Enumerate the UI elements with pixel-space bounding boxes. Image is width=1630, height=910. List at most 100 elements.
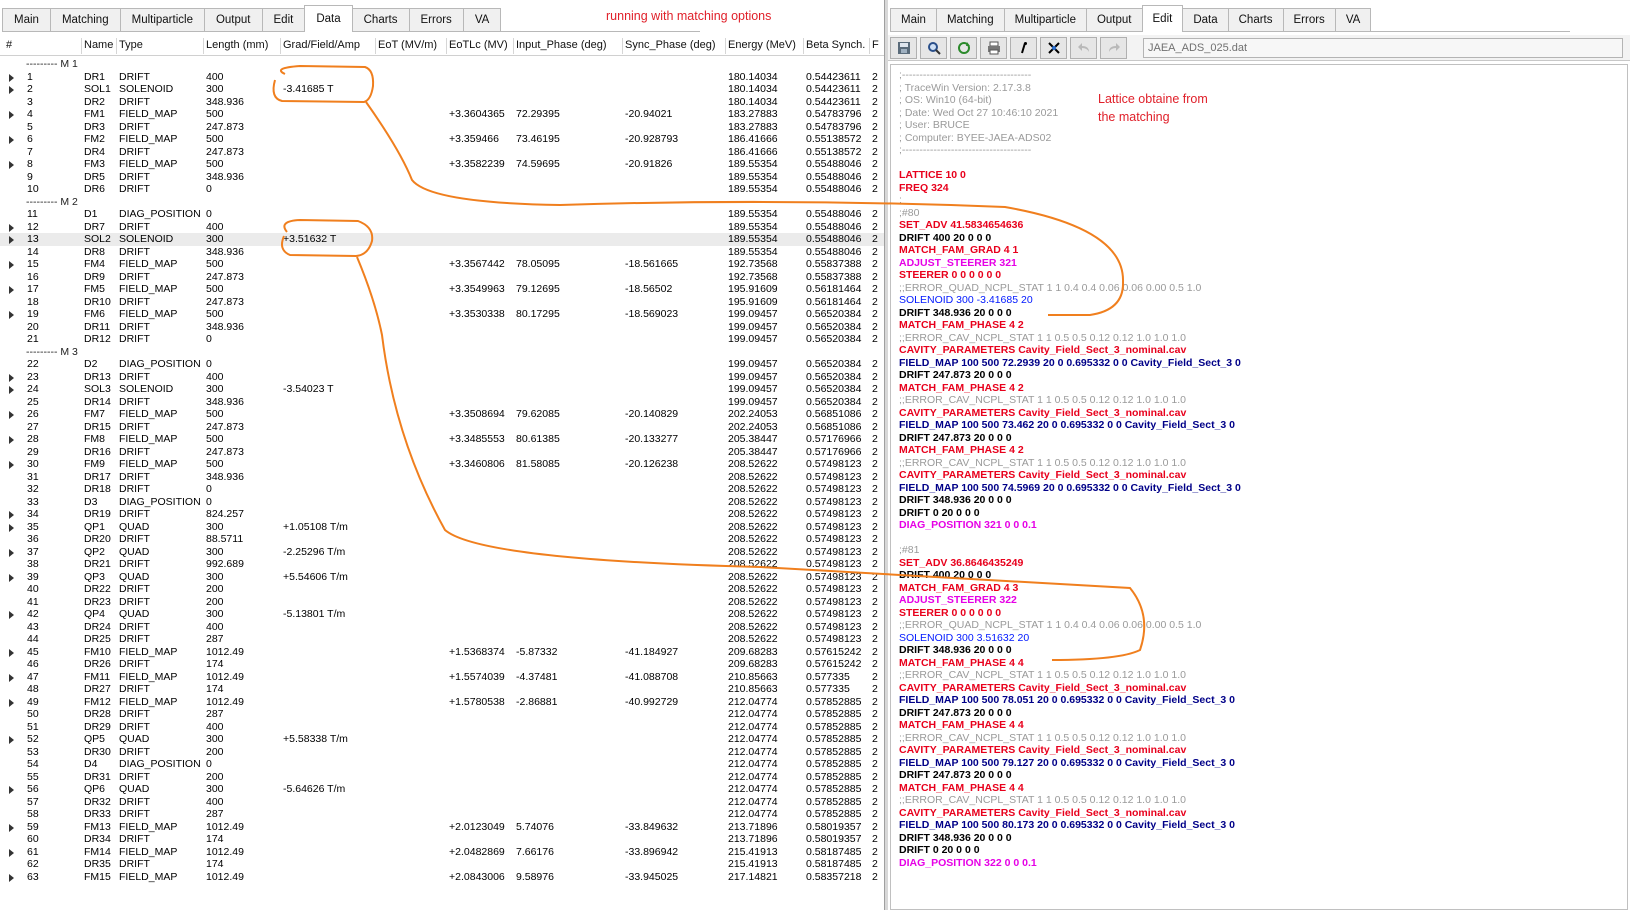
filename-field[interactable]: JAEA_ADS_025.dat [1143,38,1623,58]
expand-arrow-icon[interactable] [9,111,14,119]
column-header[interactable]: EoTLc (MV) [446,38,508,54]
column-header[interactable]: Grad/Field/Amp [280,38,360,54]
table-row[interactable]: 26 FM7 FIELD_MAP 500 +3.3508694 79.62085 -20.1… [0,408,884,421]
table-row[interactable]: 32 DR18 DRIFT 0 208.52622 0.57498123 2 [0,483,884,496]
tab-va[interactable]: VA [462,8,502,32]
lattice-table[interactable]: --------- M 1 1 DR1 DRIFT 400 180.14034 0.5442… [0,56,884,910]
table-row[interactable]: 62 DR35 DRIFT 174 215.41913 0.58187485 2 [0,858,884,871]
table-row[interactable]: 34 DR19 DRIFT 824.257 208.52622 0.57498123 2 [0,508,884,521]
table-row[interactable]: 21 DR12 DRIFT 0 199.09457 0.56520384 2 [0,333,884,346]
table-row[interactable]: 22 D2 DIAG_POSITION 0 199.09457 0.56520384 2 [0,358,884,371]
table-row[interactable]: 1 DR1 DRIFT 400 180.14034 0.54423611 2 [0,71,884,84]
table-row[interactable]: 58 DR33 DRIFT 287 212.04774 0.57852885 2 [0,808,884,821]
table-row[interactable]: 39 QP3 QUAD 300 +5.54606 T/m 208.52622 0.57498… [0,571,884,584]
column-header[interactable]: Name [81,38,113,54]
expand-arrow-icon[interactable] [9,848,14,857]
expand-arrow-icon[interactable] [9,548,14,557]
expand-arrow-icon[interactable] [9,611,14,619]
column-header[interactable]: Energy (MeV) [725,38,796,54]
table-row[interactable]: 6 FM2 FIELD_MAP 500 +3.359466 73.46195 -20.928… [0,133,884,146]
table-row[interactable]: 37 QP2 QUAD 300 -2.25296 T/m 208.52622 0.57498… [0,546,884,559]
expand-arrow-icon[interactable] [9,573,14,582]
group-header[interactable]: --------- M 3 [0,346,884,359]
tab-multiparticle[interactable]: Multiparticle [119,8,205,32]
table-row[interactable]: 63 FM15 FIELD_MAP 1012.49 +2.0843006 9.58976 -… [0,871,884,884]
table-row[interactable]: 45 FM10 FIELD_MAP 1012.49 +1.5368374 -5.87332… [0,646,884,659]
table-row[interactable]: 52 QP5 QUAD 300 +5.58338 T/m 212.04774 0.57852… [0,733,884,746]
expand-arrow-icon[interactable] [9,436,14,444]
tab-errors[interactable]: Errors [408,8,464,32]
table-row[interactable]: 55 DR31 DRIFT 200 212.04774 0.57852885 2 [0,771,884,784]
save-icon[interactable] [890,37,917,59]
group-header[interactable]: --------- M 1 [0,58,884,71]
table-row[interactable]: 8 FM3 FIELD_MAP 500 +3.3582239 74.59695 -20.91… [0,158,884,171]
table-row[interactable]: 20 DR11 DRIFT 348.936 199.09457 0.56520384 2 [0,321,884,334]
expand-arrow-icon[interactable] [9,386,14,394]
lattice-editor[interactable]: ;-------------------------------------; … [890,64,1628,910]
expand-arrow-icon[interactable] [9,786,14,794]
table-row[interactable]: 2 SOL1 SOLENOID 300 -3.41685 T 180.14034 0.544… [0,83,884,96]
expand-arrow-icon[interactable] [9,223,14,232]
table-row[interactable]: 38 DR21 DRIFT 992.689 208.52622 0.57498123 2 [0,558,884,571]
refresh-icon[interactable] [950,37,977,59]
table-row[interactable]: 24 SOL3 SOLENOID 300 -3.54023 T 199.09457 0.56… [0,383,884,396]
stop-icon[interactable] [1040,37,1067,59]
tab-edit[interactable]: Edit [1141,5,1184,32]
table-row[interactable]: 13 SOL2 SOLENOID 300 +3.51632 T 189.55354 0.55… [0,233,884,246]
tab-edit[interactable]: Edit [261,8,306,32]
redo-icon[interactable] [1100,37,1127,59]
column-header[interactable]: Beta Synch. [803,38,865,54]
expand-arrow-icon[interactable] [9,736,14,744]
tab-data[interactable]: Data [1182,8,1229,32]
table-row[interactable]: 30 FM9 FIELD_MAP 500 +3.3460806 81.58085 -20.1… [0,458,884,471]
tab-data[interactable]: Data [304,5,353,32]
table-row[interactable]: 31 DR17 DRIFT 348.936 208.52622 0.57498123 2 [0,471,884,484]
table-row[interactable]: 23 DR13 DRIFT 400 199.09457 0.56520384 2 [0,371,884,384]
expand-arrow-icon[interactable] [9,86,14,94]
column-header[interactable]: Sync_Phase (deg) [622,38,716,54]
table-row[interactable]: 29 DR16 DRIFT 247.873 205.38447 0.57176966 2 [0,446,884,459]
column-header[interactable]: F [869,38,879,54]
find-icon[interactable] [920,37,947,59]
table-row[interactable]: 50 DR28 DRIFT 287 212.04774 0.57852885 2 [0,708,884,721]
print-icon[interactable] [980,37,1007,59]
expand-arrow-icon[interactable] [9,673,14,682]
expand-arrow-icon[interactable] [9,648,14,657]
expand-arrow-icon[interactable] [9,73,14,82]
table-row[interactable]: 41 DR23 DRIFT 200 208.52622 0.57498123 2 [0,596,884,609]
table-row[interactable]: 43 DR24 DRIFT 400 208.52622 0.57498123 2 [0,621,884,634]
tab-va[interactable]: VA [1334,8,1372,32]
table-row[interactable]: 17 FM5 FIELD_MAP 500 +3.3549963 79.12695 -18.5… [0,283,884,296]
expand-arrow-icon[interactable] [9,261,14,269]
table-row[interactable]: 59 FM13 FIELD_MAP 1012.49 +2.0123049 5.74076 -… [0,821,884,834]
table-row[interactable]: 28 FM8 FIELD_MAP 500 +3.3485553 80.61385 -20.1… [0,433,884,446]
table-row[interactable]: 61 FM14 FIELD_MAP 1012.49 +2.0482869 7.66176 -… [0,846,884,859]
table-row[interactable]: 14 DR8 DRIFT 348.936 189.55354 0.55488046 2 [0,246,884,259]
expand-arrow-icon[interactable] [9,461,14,469]
table-row[interactable]: 57 DR32 DRIFT 400 212.04774 0.57852885 2 [0,796,884,809]
expand-arrow-icon[interactable] [9,286,14,294]
tab-matching[interactable]: Matching [49,8,121,32]
table-row[interactable]: 7 DR4 DRIFT 247.873 186.41666 0.55138572 2 [0,146,884,159]
column-header[interactable]: EoT (MV/m) [375,38,437,54]
column-header[interactable]: Length (mm) [203,38,268,54]
table-row[interactable]: 44 DR25 DRIFT 287 208.52622 0.57498123 2 [0,633,884,646]
table-row[interactable]: 16 DR9 DRIFT 247.873 192.73568 0.55837388 2 [0,271,884,284]
expand-arrow-icon[interactable] [9,698,14,707]
table-row[interactable]: 12 DR7 DRIFT 400 189.55354 0.55488046 2 [0,221,884,234]
expand-arrow-icon[interactable] [9,161,14,169]
expand-arrow-icon[interactable] [9,236,14,244]
expand-arrow-icon[interactable] [9,523,14,532]
table-row[interactable]: 51 DR29 DRIFT 400 212.04774 0.57852885 2 [0,721,884,734]
expand-arrow-icon[interactable] [9,311,14,319]
tab-main[interactable]: Main [890,8,937,32]
table-row[interactable]: 27 DR15 DRIFT 247.873 202.24053 0.56851086 2 [0,421,884,434]
expand-arrow-icon[interactable] [9,136,14,144]
table-row[interactable]: 36 DR20 DRIFT 88.5711 208.52622 0.57498123 2 [0,533,884,546]
table-row[interactable]: 9 DR5 DRIFT 348.936 189.55354 0.55488046 2 [0,171,884,184]
table-row[interactable]: 4 FM1 FIELD_MAP 500 +3.3604365 72.29395 -20.94… [0,108,884,121]
column-header[interactable]: Input_Phase (deg) [513,38,607,54]
undo-icon[interactable] [1070,37,1097,59]
table-row[interactable]: 54 D4 DIAG_POSITION 0 212.04774 0.57852885 2 [0,758,884,771]
table-row[interactable]: 60 DR34 DRIFT 174 213.71896 0.58019357 2 [0,833,884,846]
